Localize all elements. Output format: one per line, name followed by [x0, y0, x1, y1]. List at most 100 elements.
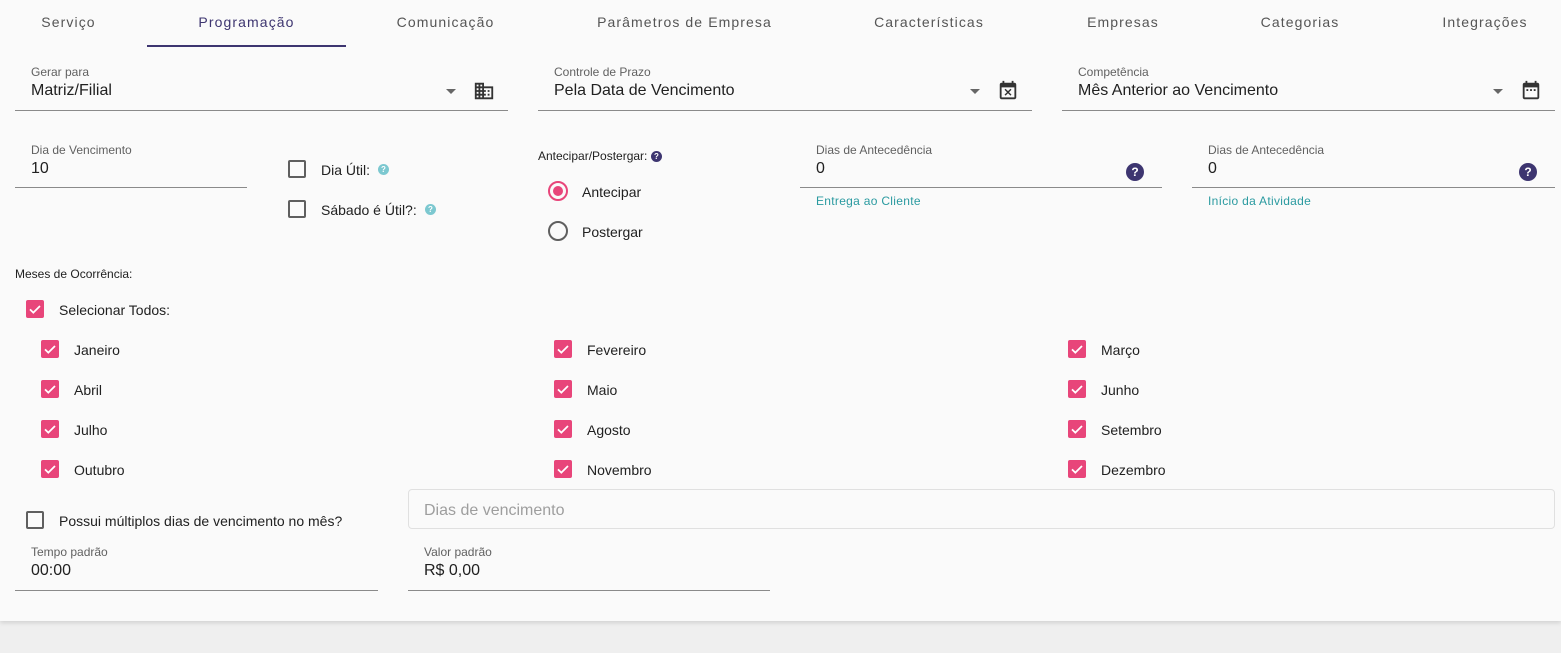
competencia-underline: [1062, 110, 1555, 111]
calendar-icon: [1522, 80, 1540, 100]
tab-empresas[interactable]: Empresas: [1053, 0, 1193, 47]
month-label: Novembro: [587, 462, 652, 478]
check-icon: [1071, 465, 1083, 474]
dia-vencimento-value[interactable]: 10: [31, 160, 49, 178]
select-all-checkbox[interactable]: [26, 300, 44, 318]
tab-comunicacao[interactable]: Comunicação: [346, 0, 545, 47]
check-icon: [557, 345, 569, 354]
gerar-para-value: Matriz/Filial: [31, 82, 112, 99]
tempo-padrao-label: Tempo padrão: [31, 545, 108, 559]
valor-padrao-value[interactable]: R$ 0,00: [424, 562, 480, 580]
tab-caracteristicas[interactable]: Características: [829, 0, 1029, 47]
month-checkbox-setembro[interactable]: [1068, 420, 1086, 438]
antecipar-label: Antecipar: [582, 184, 642, 200]
chevron-down-icon[interactable]: [1493, 89, 1503, 94]
gerar-para-underline: [15, 110, 508, 111]
month-checkbox-agosto[interactable]: [554, 420, 572, 438]
tab-programacao[interactable]: Programação: [147, 0, 346, 47]
dias-vencimento-input[interactable]: Dias de vencimento: [408, 489, 1555, 529]
help-icon[interactable]: ?: [1126, 163, 1144, 181]
month-label: Junho: [1101, 382, 1140, 398]
month-label: Abril: [74, 382, 103, 398]
chevron-down-icon[interactable]: [970, 89, 980, 94]
tab-bar: Serviço Programação Comunicação Parâmetr…: [0, 0, 1561, 47]
antecipar-postergar-label: Antecipar/Postergar:: [538, 149, 648, 163]
sabado-util-label: Sábado é Útil?:: [321, 202, 417, 218]
check-icon: [44, 345, 56, 354]
postergar-label: Postergar: [582, 224, 643, 240]
building-icon: [474, 82, 494, 100]
month-label: Outubro: [74, 462, 125, 478]
dia-vencimento-underline: [15, 187, 247, 188]
check-icon: [44, 465, 56, 474]
tab-integracoes[interactable]: Integrações: [1410, 0, 1560, 47]
select-all-label: Selecionar Todos:: [59, 302, 171, 318]
check-icon: [1071, 385, 1083, 394]
sabado-util-checkbox[interactable]: [288, 200, 306, 218]
help-icon[interactable]: ?: [1519, 163, 1537, 181]
antecedencia-entrega-hint: Entrega ao Cliente: [816, 194, 921, 208]
help-icon[interactable]: ?: [378, 164, 389, 175]
help-icon[interactable]: ?: [651, 151, 662, 162]
programacao-panel: Serviço Programação Comunicação Parâmetr…: [0, 0, 1561, 621]
month-checkbox-fevereiro[interactable]: [554, 340, 572, 358]
month-checkbox-janeiro[interactable]: [41, 340, 59, 358]
gerar-para-label: Gerar para: [31, 65, 90, 79]
month-label: Julho: [74, 422, 108, 438]
valor-padrao-underline: [408, 590, 770, 591]
valor-padrao-label: Valor padrão: [424, 545, 492, 559]
tab-parametros-empresa[interactable]: Parâmetros de Empresa: [562, 0, 807, 47]
check-icon: [29, 305, 41, 314]
dias-vencimento-placeholder: Dias de vencimento: [424, 502, 565, 519]
check-icon: [557, 425, 569, 434]
month-label: Maio: [587, 382, 618, 398]
multiplos-dias-checkbox[interactable]: [26, 511, 44, 529]
chevron-down-icon[interactable]: [446, 89, 456, 94]
antecedencia-inicio-label: Dias de Antecedência: [1208, 143, 1325, 157]
month-checkbox-abril[interactable]: [41, 380, 59, 398]
month-label: Setembro: [1101, 422, 1162, 438]
antecedencia-inicio-hint: Início da Atividade: [1208, 194, 1312, 208]
month-checkbox-outubro[interactable]: [41, 460, 59, 478]
month-label: Fevereiro: [587, 342, 647, 358]
month-checkbox-dezembro[interactable]: [1068, 460, 1086, 478]
month-label: Janeiro: [74, 342, 120, 358]
check-icon: [44, 385, 56, 394]
help-icon[interactable]: ?: [425, 204, 436, 215]
active-tab-indicator: [147, 45, 346, 47]
tab-categorias[interactable]: Categorias: [1230, 0, 1370, 47]
antecipar-radio[interactable]: [548, 181, 568, 201]
month-label: Agosto: [587, 422, 631, 438]
calendar-remove-icon: [999, 80, 1017, 100]
meses-ocorrencia-label: Meses de Ocorrência:: [15, 267, 133, 281]
month-checkbox-maio[interactable]: [554, 380, 572, 398]
month-checkbox-marco[interactable]: [1068, 340, 1086, 358]
competencia-label: Competência: [1078, 65, 1149, 79]
month-checkbox-junho[interactable]: [1068, 380, 1086, 398]
month-checkbox-julho[interactable]: [41, 420, 59, 438]
antecedencia-entrega-label: Dias de Antecedência: [816, 143, 933, 157]
dia-util-label: Dia Útil:: [321, 162, 371, 178]
check-icon: [557, 465, 569, 474]
antecedencia-entrega-underline: [800, 187, 1162, 188]
antecedencia-inicio-underline: [1192, 187, 1555, 188]
month-checkbox-novembro[interactable]: [554, 460, 572, 478]
postergar-radio[interactable]: [548, 221, 568, 241]
tab-servico[interactable]: Serviço: [0, 0, 137, 47]
check-icon: [557, 385, 569, 394]
month-label: Março: [1101, 342, 1140, 358]
controle-prazo-label: Controle de Prazo: [554, 65, 651, 79]
check-icon: [1071, 425, 1083, 434]
multiplos-dias-label: Possui múltiplos dias de vencimento no m…: [59, 513, 343, 529]
tempo-padrao-underline: [15, 590, 378, 591]
controle-prazo-underline: [538, 110, 1032, 111]
dia-util-checkbox[interactable]: [288, 160, 306, 178]
tempo-padrao-value[interactable]: 00:00: [31, 562, 71, 580]
dia-vencimento-label: Dia de Vencimento: [31, 143, 132, 157]
antecedencia-entrega-value[interactable]: 0: [816, 160, 825, 178]
controle-prazo-value: Pela Data de Vencimento: [554, 82, 735, 99]
month-label: Dezembro: [1101, 462, 1166, 478]
competencia-value: Mês Anterior ao Vencimento: [1078, 82, 1279, 99]
check-icon: [44, 425, 56, 434]
antecedencia-inicio-value[interactable]: 0: [1208, 160, 1217, 178]
